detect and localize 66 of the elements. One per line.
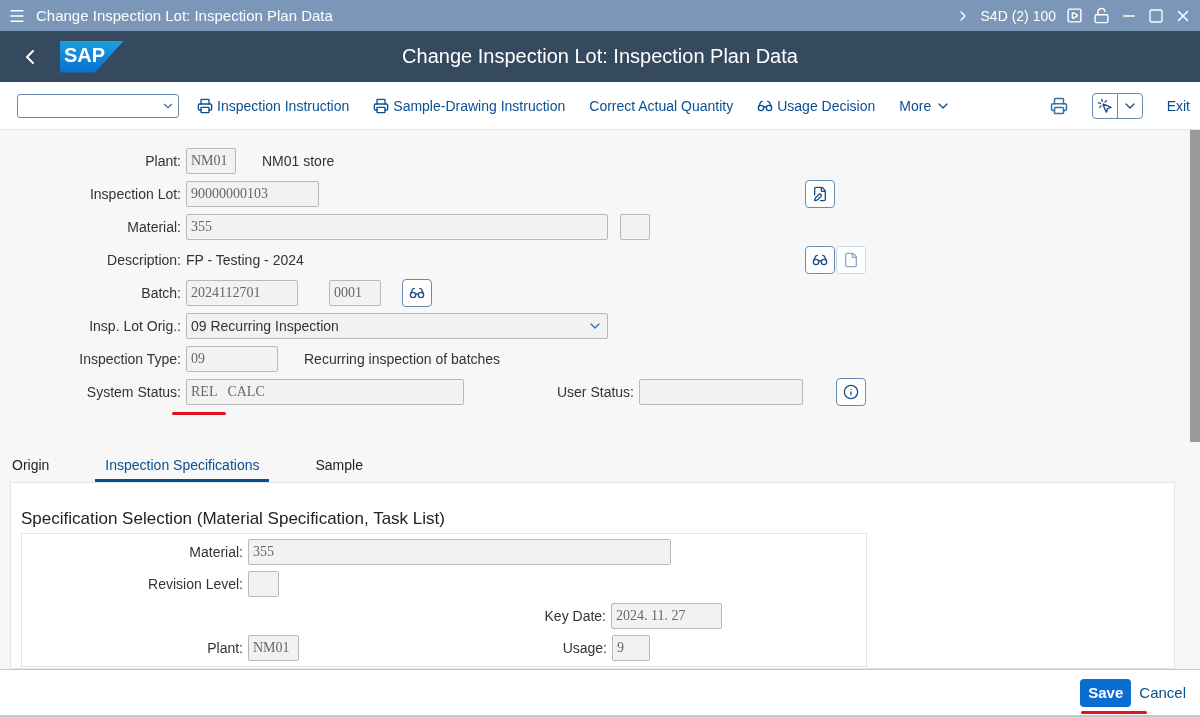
field-text: NM01 store (262, 153, 335, 169)
printer-icon (197, 97, 213, 114)
field-text: FP - Testing - 2024 (186, 252, 304, 268)
glasses-icon (812, 252, 828, 268)
toolbar-button[interactable]: Inspection Instruction (197, 97, 350, 114)
field-label: System Status: (85, 384, 181, 400)
glasses-icon (409, 285, 425, 301)
input-field[interactable]: NM01 (186, 148, 236, 174)
field-label: Inspection Lot: (88, 186, 181, 202)
field-label: Revision Level: (147, 576, 243, 592)
pointer-icon (1096, 97, 1113, 114)
toolbar-button[interactable]: Correct Actual Quantity (589, 97, 734, 114)
maximize-icon[interactable] (1148, 7, 1164, 24)
input-field[interactable]: 0001 (329, 280, 381, 306)
input-field[interactable]: 2024. 11. 27 (611, 603, 722, 629)
field-label: Material: (126, 219, 181, 235)
document-icon (843, 252, 859, 268)
field-label: Key Date: (543, 608, 606, 624)
info-button[interactable] (836, 378, 866, 406)
tab[interactable]: Sample (305, 457, 373, 482)
input-field[interactable]: 355 (248, 539, 671, 565)
info-icon (843, 384, 859, 400)
field-label: Inspection Type: (78, 351, 181, 367)
field-label: Plant: (144, 153, 181, 169)
edit-document-icon (812, 186, 828, 202)
input-field[interactable]: 355 (186, 214, 608, 240)
lock-icon[interactable] (1093, 7, 1110, 24)
field-label: Batch: (140, 285, 181, 301)
scrollbar[interactable] (1190, 130, 1200, 442)
input-field[interactable]: 2024112701 (186, 280, 298, 306)
input-field[interactable] (248, 571, 279, 597)
page-title: Change Inspection Lot: Inspection Plan Data (402, 45, 798, 68)
field-label: Plant: (206, 640, 243, 656)
field-label: Material: (188, 544, 243, 560)
dropdown-field[interactable]: 09 Recurring Inspection (186, 313, 608, 339)
window-title: Change Inspection Lot: Inspection Plan Data (36, 7, 333, 24)
input-field[interactable]: 90000000103 (186, 181, 319, 207)
input-field[interactable] (620, 214, 650, 240)
input-field[interactable]: 9 (612, 635, 650, 661)
display-button[interactable] (805, 246, 835, 274)
field-label: Usage: (561, 640, 607, 656)
input-field[interactable]: NM01 (248, 635, 299, 661)
toolbar-button[interactable]: Sample-Drawing Instruction (373, 97, 566, 114)
field-label: Description: (106, 252, 181, 268)
field-label: Insp. Lot Orig.: (88, 318, 181, 334)
input-field[interactable] (639, 379, 803, 405)
system-label: S4D (2) 100 (980, 7, 1056, 24)
save-button[interactable]: Save (1080, 678, 1132, 707)
section-title: Specification Selection (Material Specification, Task List) (21, 509, 445, 528)
input-field[interactable]: 09 (186, 346, 278, 372)
exit-button[interactable]: Exit (1166, 97, 1190, 114)
printer-icon[interactable] (1049, 96, 1068, 115)
field-label: User Status: (555, 384, 634, 400)
play-icon[interactable] (1066, 7, 1083, 24)
printer-icon (373, 97, 390, 114)
more-button[interactable]: More (899, 97, 952, 114)
toolbar-button[interactable]: Usage Decision (757, 97, 876, 114)
tab[interactable]: Origin (12, 457, 60, 482)
edit-document-button[interactable] (805, 180, 835, 208)
sap-logo: SAP (60, 40, 124, 73)
display-button[interactable] (402, 279, 432, 307)
input-field[interactable]: REL CALC (186, 379, 464, 405)
cancel-button[interactable]: Cancel (1139, 684, 1186, 701)
split-button[interactable] (1091, 92, 1143, 119)
command-dropdown[interactable] (17, 93, 179, 118)
field-text: Recurring inspection of batches (304, 351, 501, 367)
